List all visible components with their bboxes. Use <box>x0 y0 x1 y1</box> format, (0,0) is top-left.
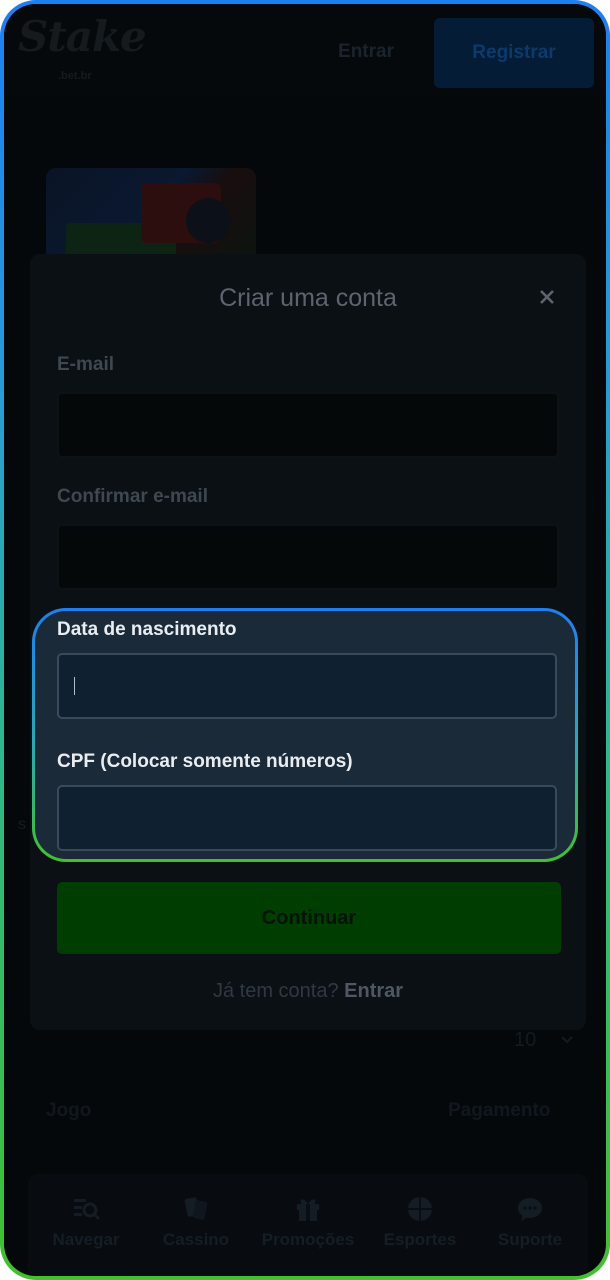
nav-label: Suporte <box>497 1230 563 1249</box>
highlighted-fields-panel: Data de nascimento CPF (Colocar somente … <box>35 611 575 859</box>
close-icon[interactable] <box>532 282 562 312</box>
has-account-text: Já tem conta? <box>212 980 339 1002</box>
modal-title: Criar uma conta <box>219 284 397 312</box>
chevron-down-icon <box>561 1036 573 1044</box>
login-prompt: Já tem conta? Entrar <box>30 980 586 1003</box>
confirm-email-label: Confirmar e-mail <box>57 486 208 507</box>
birthdate-field[interactable] <box>57 653 557 719</box>
nav-label: Navegar <box>52 1230 120 1249</box>
nav-item-cassino[interactable]: Cassino <box>140 1194 252 1250</box>
confirm-email-field[interactable] <box>57 524 559 590</box>
device-frame: Stake .bet.br Entrar Registrar s 10 Jogo… <box>0 0 610 1280</box>
birthdate-label: Data de nascimento <box>57 619 237 640</box>
email-field[interactable] <box>57 392 559 458</box>
nav-label: Cassino <box>162 1230 230 1249</box>
browse-icon <box>74 1199 101 1221</box>
background-glyph: s <box>18 816 26 833</box>
app-screen: Stake .bet.br Entrar Registrar s 10 Jogo… <box>4 4 606 1276</box>
gift-icon <box>297 1199 319 1221</box>
ball-icon <box>408 1197 432 1221</box>
cards-icon <box>184 1197 208 1220</box>
cpf-field[interactable] <box>57 785 557 851</box>
header-login-button[interactable]: Entrar <box>314 32 418 72</box>
nav-label: Promoções <box>261 1230 355 1249</box>
nav-item-navegar[interactable]: Navegar <box>30 1194 142 1250</box>
chat-icon <box>518 1198 542 1221</box>
nav-item-promocoes[interactable]: Promoções <box>252 1194 364 1250</box>
nav-item-esportes[interactable]: Esportes <box>364 1194 476 1250</box>
nav-label: Esportes <box>383 1230 457 1249</box>
logo-subtext: .bet.br <box>58 70 92 82</box>
text-caret <box>74 677 75 695</box>
footer-column-title: Pagamento <box>448 1100 551 1121</box>
highlighted-fields-section: Data de nascimento CPF (Colocar somente … <box>32 608 578 862</box>
top-header: Stake .bet.br Entrar Registrar <box>4 4 606 96</box>
email-label: E-mail <box>57 354 115 375</box>
footer-column-title: Jogo <box>46 1100 92 1121</box>
logo-text: Stake <box>18 12 147 61</box>
page-size-value: 10 <box>514 1029 537 1051</box>
thumbnail-shape <box>186 198 231 243</box>
stake-logo[interactable]: Stake .bet.br <box>18 12 147 83</box>
header-register-button[interactable]: Registrar <box>434 18 594 88</box>
bottom-navigation: Navegar Cassino Promoções Esportes Supor… <box>28 1174 588 1276</box>
nav-item-suporte[interactable]: Suporte <box>474 1194 586 1250</box>
login-link[interactable]: Entrar <box>344 980 403 1002</box>
continue-button[interactable]: Continuar <box>57 882 561 954</box>
cpf-label: CPF (Colocar somente números) <box>57 751 353 772</box>
